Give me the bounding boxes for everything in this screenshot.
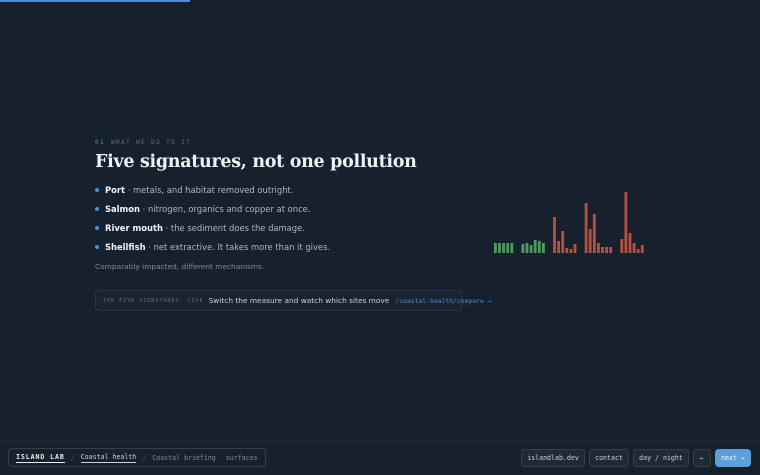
list-item: Salmon · nitrogen, organics and copper a… <box>95 202 330 221</box>
chart-bar-2-5 <box>573 244 577 253</box>
next-button[interactable]: next → <box>715 449 751 467</box>
footer-divider <box>0 441 760 442</box>
contact-button[interactable]: contact <box>589 449 629 467</box>
prev-button[interactable]: ← <box>693 449 711 467</box>
chart-bar-4-2 <box>628 233 632 253</box>
chart-bar-3-2 <box>592 214 596 253</box>
chart-bar-3-4 <box>601 247 604 253</box>
list-item-text: · nitrogen, organics and copper at once. <box>140 204 311 214</box>
list-item-term: River mouth <box>105 223 163 233</box>
live-callout: THE FIVE SIGNATURES, LIVE Switch the mea… <box>95 290 492 311</box>
breadcrumb-coastal-health[interactable]: Coastal health <box>80 453 137 463</box>
section-eyebrow-label: WHAT WE DO TO IT <box>111 139 192 146</box>
chart-bar-0-4 <box>510 243 514 253</box>
page-title: Five signatures, not one pollution <box>95 152 417 172</box>
chart-bar-0-2 <box>502 243 505 253</box>
list-item-text: · metals, and habitat removed outright. <box>125 185 294 195</box>
bullet-dot-icon <box>95 226 99 230</box>
chart-bar-2-3 <box>565 248 569 253</box>
chart-bar-1-0 <box>521 244 525 253</box>
signature-list: Port · metals, and habitat removed outri… <box>95 183 330 259</box>
chart-bar-2-0 <box>553 217 556 253</box>
bullet-dot-icon <box>95 207 99 211</box>
section-number: 01 <box>95 139 106 146</box>
theme-toggle-button[interactable]: day / night <box>633 449 689 467</box>
chart-bar-4-1 <box>624 192 628 253</box>
chart-bar-0-3 <box>506 243 510 253</box>
progress-fill <box>0 0 190 2</box>
chart-bar-4-3 <box>632 243 636 253</box>
chart-bar-4-5 <box>640 245 644 253</box>
chart-bar-4-4 <box>636 249 640 253</box>
list-item-term: Port <box>105 185 126 195</box>
signature-bar-chart <box>494 192 644 253</box>
compare-link[interactable]: /coastal-health/compare → <box>395 297 491 305</box>
chart-bar-1-1 <box>525 243 529 253</box>
breadcrumb-separator: / <box>142 453 147 462</box>
list-item-text: · net extractive. It takes more than it … <box>145 242 331 252</box>
progress-bar <box>0 0 760 2</box>
chart-bar-3-1 <box>588 229 592 253</box>
breadcrumb: ISLAND LAB / Coastal health / Coastal br… <box>8 448 266 467</box>
chart-bar-1-4 <box>537 241 541 253</box>
callout-message: Switch the measure and watch which sites… <box>208 296 390 305</box>
breadcrumb-separator: / <box>70 453 75 462</box>
list-item: Shellfish · net extractive. It takes mor… <box>95 240 330 259</box>
breadcrumb-surfaces[interactable]: surfaces <box>226 454 258 462</box>
section-eyebrow: 01 WHAT WE DO TO IT <box>95 139 191 146</box>
chart-bar-3-6 <box>609 247 613 253</box>
bullet-dot-icon <box>95 245 99 249</box>
chart-bar-3-0 <box>584 203 588 253</box>
chart-bar-2-4 <box>569 249 573 253</box>
bullet-dot-icon <box>95 188 99 192</box>
site-button[interactable]: islandlab.dev <box>521 449 585 467</box>
callout-tag: THE FIVE SIGNATURES, LIVE <box>103 297 204 304</box>
chart-bar-0-1 <box>498 243 501 253</box>
list-item-term: Salmon <box>105 204 140 214</box>
chart-bar-1-2 <box>529 245 533 253</box>
chart-bar-1-3 <box>533 240 537 253</box>
chart-bar-3-3 <box>597 243 600 253</box>
chart-bar-0-0 <box>494 243 497 253</box>
chart-bar-1-5 <box>542 243 545 253</box>
list-item-text: · the sediment does the damage. <box>162 223 305 233</box>
list-item: Port · metals, and habitat removed outri… <box>95 183 330 202</box>
section-caption: Comparably impacted, different mechanism… <box>95 262 265 271</box>
breadcrumb-coastal-briefing[interactable]: Coastal briefing <box>152 454 216 462</box>
list-item-term: Shellfish <box>105 242 146 252</box>
list-item: River mouth · the sediment does the dama… <box>95 221 330 240</box>
chart-bar-2-1 <box>557 241 560 253</box>
chart-bar-4-0 <box>620 239 624 253</box>
chart-bar-3-5 <box>605 247 608 253</box>
brand-link[interactable]: ISLAND LAB <box>16 453 65 463</box>
chart-bar-2-2 <box>561 231 565 253</box>
